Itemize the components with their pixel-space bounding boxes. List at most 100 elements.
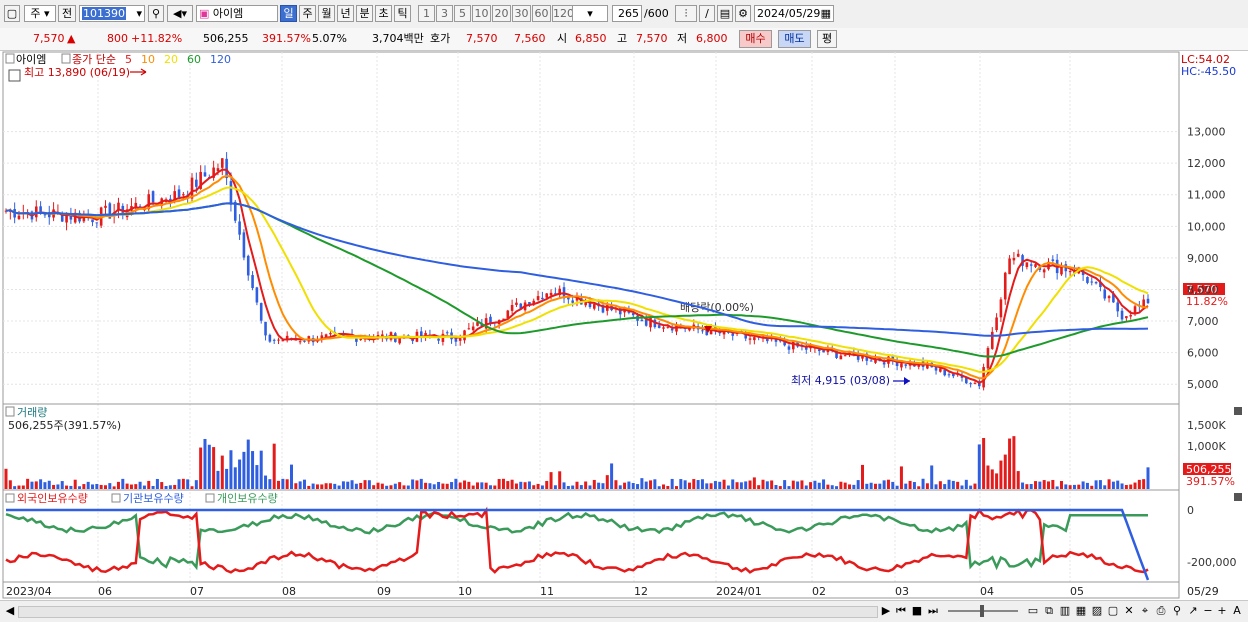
- timeframe-button[interactable]: 틱: [394, 5, 411, 22]
- series-toggle-icon[interactable]: [5, 493, 15, 503]
- count-input[interactable]: 265: [612, 5, 642, 22]
- interval-dropdown[interactable]: ▾: [572, 5, 608, 22]
- interval-button[interactable]: 3: [436, 5, 453, 22]
- volume-bar: [549, 472, 553, 489]
- candle-body: [467, 328, 471, 330]
- magnet-icon[interactable]: ⌖: [1138, 603, 1152, 619]
- search-icon[interactable]: ⚲: [148, 5, 164, 22]
- save-icon[interactable]: ▤: [717, 5, 733, 22]
- volume-bar: [540, 485, 544, 489]
- interval-button[interactable]: 20: [492, 5, 511, 22]
- holding-y-axis: 0 -200,000: [1187, 504, 1236, 569]
- interval-button[interactable]: 60: [532, 5, 551, 22]
- volume-bar: [337, 485, 341, 489]
- search-icon[interactable]: ⚲: [1170, 603, 1184, 619]
- bottom-bar: ◀ ▶ ⏮ ■ ⏭ ▭ ⧉ ▥ ▦ ▨ ▢ ✕ ⌖ ⎙ ⚲ ↗ − + A: [0, 600, 1248, 622]
- volume-bar: [73, 479, 77, 489]
- up-arrow-icon: ▲: [67, 32, 76, 45]
- volume-bar: [1038, 481, 1042, 489]
- line-icon[interactable]: ↗: [1186, 603, 1200, 619]
- timeframe-button[interactable]: 분: [356, 5, 373, 22]
- draw-line-icon[interactable]: ∕: [699, 5, 715, 22]
- volume-bar: [203, 438, 207, 489]
- candle-body: [182, 194, 185, 196]
- series-toggle-icon[interactable]: [205, 493, 215, 503]
- rewind-icon[interactable]: ⏮: [894, 603, 908, 619]
- frame-icon[interactable]: ▢: [1106, 603, 1120, 619]
- volume-bar: [484, 482, 488, 489]
- volume-bar: [761, 479, 765, 489]
- panel-close-icon[interactable]: [1234, 407, 1242, 415]
- interval-button[interactable]: 1: [418, 5, 435, 22]
- volume-toggle-icon[interactable]: [5, 406, 15, 417]
- date-input[interactable]: 2024/05/29 ▦: [754, 5, 834, 22]
- gear-icon[interactable]: ⚙: [735, 5, 751, 22]
- date-value: 2024/05/29: [757, 7, 821, 20]
- interval-button[interactable]: 120: [552, 5, 574, 22]
- candle-body: [701, 330, 704, 332]
- volume-bar: [65, 485, 69, 489]
- candle-body: [990, 331, 994, 349]
- eval-button[interactable]: 평: [817, 30, 837, 48]
- high-annotation: 최고 13,890 (06/19): [24, 66, 130, 79]
- candle-body: [904, 364, 908, 366]
- fast-forward-icon[interactable]: ⏭: [926, 603, 940, 619]
- stock-name-field[interactable]: ▣ 아이엠: [196, 5, 278, 22]
- panel-close-icon[interactable]: [1234, 493, 1242, 501]
- interval-button[interactable]: 10: [472, 5, 491, 22]
- volume-bar: [809, 482, 813, 489]
- stock-chart[interactable]: 아이엠 종가 단순 5 10 20 60 120 최고 13,890 (06/19) 배…: [0, 50, 1248, 600]
- grid-icon[interactable]: ▦: [1074, 603, 1088, 619]
- font-size-icon[interactable]: A: [1230, 603, 1244, 619]
- price-y-tick: 7,000: [1187, 315, 1219, 328]
- series-toggle-icon[interactable]: [111, 493, 121, 503]
- candle-body: [995, 317, 998, 331]
- timeframe-button[interactable]: 일: [280, 5, 297, 22]
- sell-button[interactable]: 매도: [778, 30, 811, 48]
- candle-body: [264, 321, 267, 336]
- low-price: 6,800: [696, 32, 728, 45]
- split-icon[interactable]: ▥: [1058, 603, 1072, 619]
- print-icon[interactable]: ⎙: [1154, 603, 1168, 619]
- volume-bar: [553, 485, 557, 489]
- timeframe-button[interactable]: 주: [299, 5, 316, 22]
- zoom-slider-handle[interactable]: [980, 605, 984, 617]
- horizontal-scrollbar[interactable]: [18, 606, 878, 618]
- zoom-out-icon[interactable]: −: [1202, 603, 1214, 619]
- chart-type-icon[interactable]: ⫶: [675, 5, 697, 22]
- layout-icon[interactable]: ▭: [1026, 603, 1040, 619]
- copy-icon[interactable]: ⧉: [1042, 603, 1056, 619]
- stock-name: 아이엠: [212, 7, 244, 20]
- volume-bar: [497, 479, 501, 489]
- stock-code-input[interactable]: 101390 ▾: [79, 5, 145, 22]
- interval-button[interactable]: 5: [454, 5, 471, 22]
- interval-button[interactable]: 30: [512, 5, 531, 22]
- open-price: 6,850: [575, 32, 607, 45]
- chart-icon[interactable]: ▨: [1090, 603, 1104, 619]
- calculator-icon[interactable]: [8, 69, 21, 82]
- scroll-left-icon[interactable]: ◀: [4, 603, 16, 619]
- candle-body: [298, 341, 302, 343]
- zoom-in-icon[interactable]: +: [1216, 603, 1228, 619]
- timeframe-button[interactable]: 초: [375, 5, 392, 22]
- candle-body: [900, 363, 903, 368]
- panel-toggle-icon[interactable]: [5, 53, 15, 64]
- period-button[interactable]: 전: [58, 5, 76, 22]
- speaker-icon[interactable]: ◀▾: [167, 5, 193, 22]
- volume-bar: [718, 481, 722, 489]
- volume-bar: [614, 480, 618, 489]
- buy-button[interactable]: 매수: [739, 30, 772, 48]
- volume-bar: [938, 481, 942, 489]
- crosshair-icon[interactable]: ✕: [1122, 603, 1136, 619]
- ma-toggle-icon[interactable]: [61, 53, 71, 64]
- market-select[interactable]: 주 ▾: [24, 5, 56, 22]
- timeframe-button[interactable]: 월: [318, 5, 335, 22]
- window-icon[interactable]: ▢: [4, 5, 20, 22]
- volume-bar: [735, 482, 739, 489]
- volume-bar: [194, 480, 198, 489]
- candle-body: [584, 302, 587, 306]
- timeframe-button[interactable]: 년: [337, 5, 354, 22]
- volume-bar: [445, 483, 449, 489]
- stop-icon[interactable]: ■: [910, 603, 924, 619]
- scroll-right-icon[interactable]: ▶: [880, 603, 892, 619]
